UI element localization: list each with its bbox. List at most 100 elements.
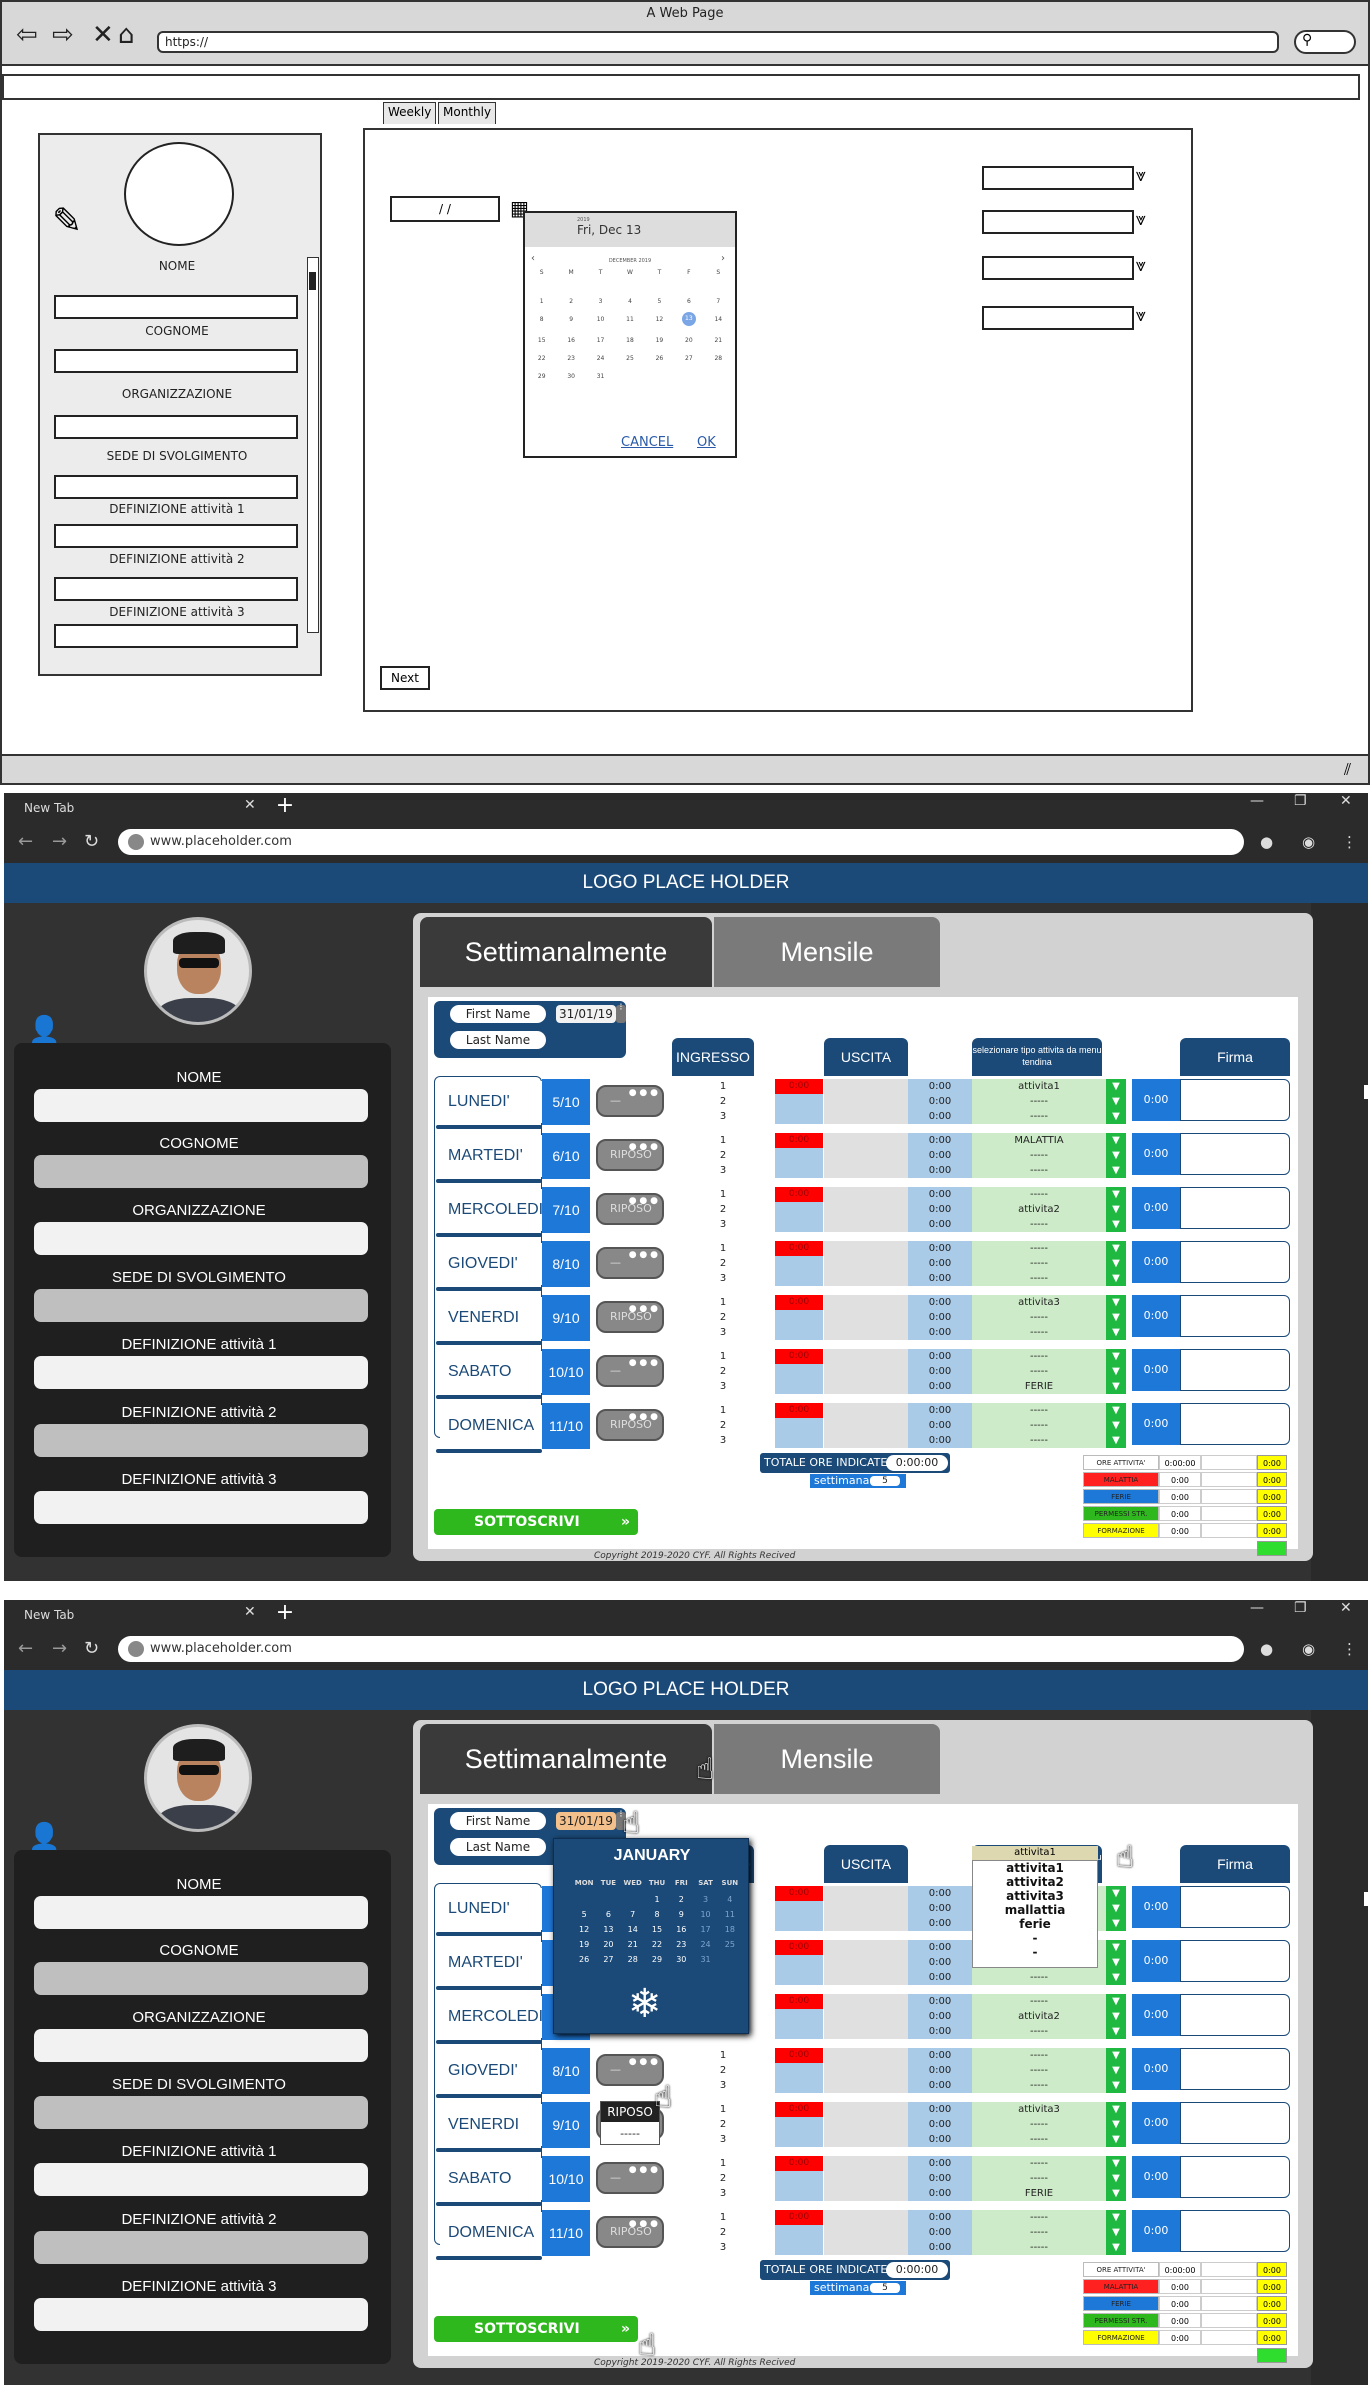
- new-tab-icon[interactable]: +: [272, 1602, 298, 1626]
- day-cell[interactable]: 24: [586, 355, 615, 362]
- uscita-cell[interactable]: [824, 1079, 908, 1094]
- ingresso-cell[interactable]: 0:00: [775, 1295, 823, 1310]
- ingresso-cell[interactable]: 0:00: [775, 1349, 823, 1364]
- dropdown-arrow-icon[interactable]: ▼: [1106, 1364, 1126, 1379]
- last-name-field[interactable]: Last Name: [450, 1031, 546, 1049]
- dropdown-arrow-icon[interactable]: ▼: [1106, 1886, 1126, 1901]
- dropdown-arrow-icon[interactable]: ▼: [1106, 2210, 1126, 2225]
- uscita-cell[interactable]: [824, 2078, 908, 2093]
- dropdown-option[interactable]: attivita2: [973, 1875, 1097, 1889]
- minimize-icon[interactable]: —: [1250, 793, 1264, 809]
- ingresso-cell[interactable]: 0:00: [775, 2048, 823, 2063]
- rest-toggle[interactable]: — ● ● ●: [596, 1247, 664, 1279]
- day-cell[interactable]: 12: [572, 1925, 596, 1934]
- field-input[interactable]: [34, 1155, 368, 1188]
- field-input[interactable]: [34, 2029, 368, 2062]
- field-input[interactable]: [34, 2163, 368, 2196]
- dropdown-arrow-icon[interactable]: ▼: [1106, 1994, 1126, 2009]
- extension-icon[interactable]: ●: [1260, 833, 1273, 851]
- chevron-down-icon[interactable]: ⩔: [1136, 166, 1146, 186]
- rest-option[interactable]: -----: [601, 2124, 659, 2144]
- dropdown-arrow-icon[interactable]: ▼: [1106, 1094, 1126, 1109]
- signature-cell[interactable]: [1180, 1994, 1290, 2036]
- day-cell[interactable]: 9: [556, 316, 585, 326]
- activity-select[interactable]: -----: [972, 2024, 1106, 2039]
- dropdown-selected[interactable]: attivita1: [972, 1846, 1098, 1860]
- rest-toggle[interactable]: — ● ● ●: [596, 1085, 664, 1117]
- field-input[interactable]: [34, 1089, 368, 1122]
- uscita-cell[interactable]: [824, 2048, 908, 2063]
- dropdown-option[interactable]: -: [973, 1945, 1097, 1959]
- close-tab-icon[interactable]: ✕: [244, 797, 256, 813]
- day-cell[interactable]: 30: [669, 1955, 693, 1964]
- day-cell[interactable]: 19: [645, 337, 674, 344]
- address-bar[interactable]: www.placeholder.com: [118, 829, 1244, 855]
- dropdown-arrow-icon[interactable]: ▼: [1106, 2078, 1126, 2093]
- activity-select[interactable]: -----: [972, 1364, 1106, 1379]
- reload-icon[interactable]: ↻: [84, 831, 99, 852]
- dropdown-arrow-icon[interactable]: ▼: [1106, 1433, 1126, 1448]
- uscita-cell[interactable]: [824, 1901, 908, 1916]
- forward-icon[interactable]: →: [52, 831, 67, 852]
- field-input[interactable]: [34, 1896, 368, 1929]
- ingresso-cell[interactable]: 0:00: [775, 1403, 823, 1418]
- tab-mensile[interactable]: Mensile: [714, 917, 940, 987]
- signature-cell[interactable]: [1180, 2156, 1290, 2198]
- ingresso-cell[interactable]: [775, 2009, 823, 2024]
- ingresso-cell[interactable]: [775, 1148, 823, 1163]
- rest-toggle[interactable]: RIPOSO● ● ●: [596, 1409, 664, 1441]
- back-icon[interactable]: ←: [18, 831, 33, 852]
- field-input[interactable]: [34, 2096, 368, 2129]
- dropdown-arrow-icon[interactable]: ▼: [1106, 2225, 1126, 2240]
- day-cell[interactable]: 19: [572, 1940, 596, 1949]
- dropdown-arrow-icon[interactable]: ▼: [1106, 1310, 1126, 1325]
- dropdown-arrow-icon[interactable]: ▼: [1106, 1241, 1126, 1256]
- day-cell[interactable]: 7: [704, 298, 733, 305]
- dropdown-arrow-icon[interactable]: ▼: [1106, 1349, 1126, 1364]
- restore-icon[interactable]: ❐: [1294, 793, 1307, 809]
- activity-select[interactable]: -----: [972, 1418, 1106, 1433]
- dropdown-arrow-icon[interactable]: ▼: [1106, 1217, 1126, 1232]
- day-cell[interactable]: 18: [615, 337, 644, 344]
- dropdown-arrow-icon[interactable]: ▼: [1106, 1901, 1126, 1916]
- uscita-cell[interactable]: [824, 1364, 908, 1379]
- activity-select[interactable]: -----: [972, 1217, 1106, 1232]
- uscita-cell[interactable]: [824, 1202, 908, 1217]
- ingresso-cell[interactable]: [775, 1217, 823, 1232]
- dropdown-arrow-icon[interactable]: ▼: [1106, 1403, 1126, 1418]
- edit-user-icon[interactable]: 👤: [28, 1015, 60, 1045]
- signature-cell[interactable]: [1180, 1349, 1290, 1391]
- chevron-down-icon[interactable]: ⩔: [1136, 306, 1146, 326]
- activity-select[interactable]: -----: [972, 1109, 1106, 1124]
- day-cell[interactable]: 28: [704, 355, 733, 362]
- ingresso-cell[interactable]: [775, 1271, 823, 1286]
- search-icon[interactable]: ⚲: [1294, 30, 1356, 54]
- dropdown-option[interactable]: mallattia: [973, 1903, 1097, 1917]
- activity-select[interactable]: -----: [972, 2063, 1106, 2078]
- new-tab-icon[interactable]: +: [272, 795, 298, 819]
- ingresso-cell[interactable]: 0:00: [775, 2156, 823, 2171]
- activity-select[interactable]: FERIE: [972, 2186, 1106, 2201]
- forward-icon[interactable]: ⇨: [52, 20, 74, 50]
- browser-tab[interactable]: New Tab: [14, 1602, 266, 1628]
- signature-cell[interactable]: [1180, 1295, 1290, 1337]
- uscita-cell[interactable]: [824, 2102, 908, 2117]
- day-cell[interactable]: 5: [645, 298, 674, 305]
- day-cell[interactable]: 9: [669, 1910, 693, 1919]
- day-cell[interactable]: 3: [693, 1895, 717, 1904]
- signature-cell[interactable]: [1180, 1133, 1290, 1175]
- ingresso-cell[interactable]: [775, 1901, 823, 1916]
- dropdown-arrow-icon[interactable]: ▼: [1106, 1109, 1126, 1124]
- address-bar[interactable]: https://: [157, 31, 1279, 53]
- day-cell[interactable]: 15: [645, 1925, 669, 1934]
- field-input[interactable]: [34, 2231, 368, 2264]
- ingresso-cell[interactable]: [775, 1364, 823, 1379]
- dropdown-2[interactable]: ⩔: [982, 210, 1146, 234]
- day-cell[interactable]: 29: [527, 373, 556, 380]
- day-cell[interactable]: 26: [572, 1955, 596, 1964]
- ingresso-cell[interactable]: [775, 2240, 823, 2255]
- day-cell[interactable]: 13: [596, 1925, 620, 1934]
- ingresso-cell[interactable]: 0:00: [775, 1886, 823, 1901]
- day-cell[interactable]: 25: [718, 1940, 742, 1949]
- day-cell[interactable]: 31: [586, 373, 615, 380]
